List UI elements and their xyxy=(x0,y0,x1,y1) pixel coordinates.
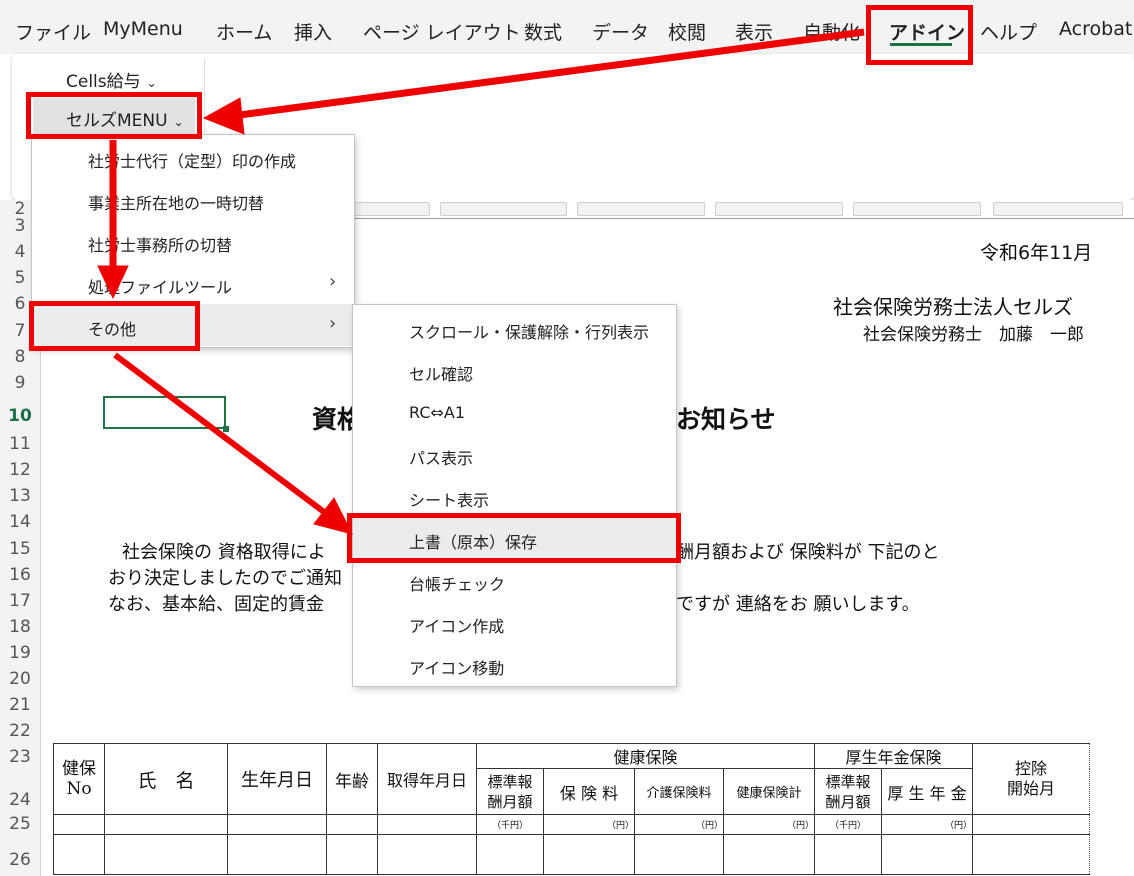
arrowhead-icon xyxy=(97,265,129,300)
arrowhead-icon xyxy=(202,97,245,135)
arrow-other-to-save xyxy=(113,352,334,521)
arrowhead-icon xyxy=(313,497,353,535)
arrow-addins-to-menu xyxy=(231,28,865,120)
annotation-arrows xyxy=(97,28,865,535)
